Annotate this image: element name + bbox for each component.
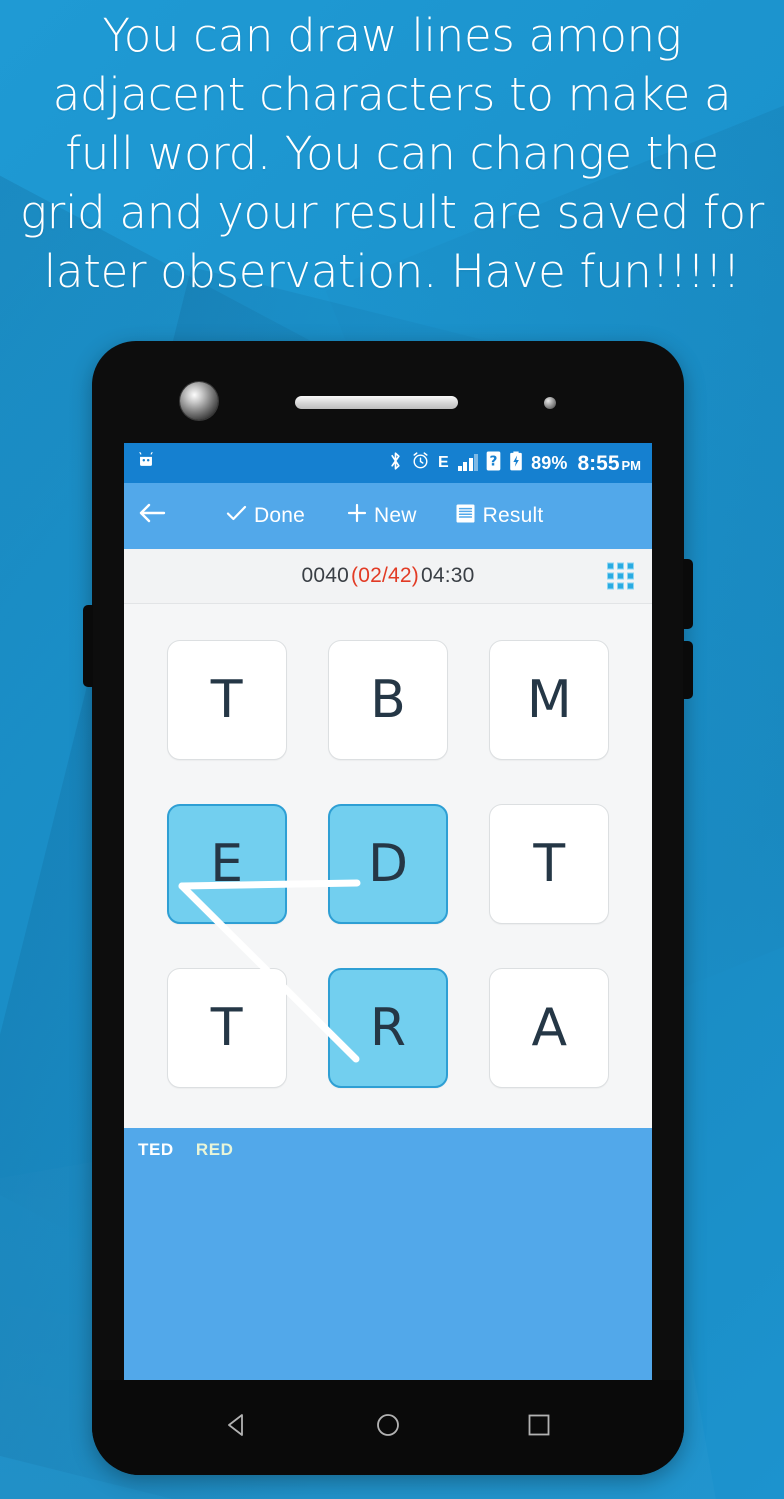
android-nav-bar — [92, 1380, 684, 1475]
phone-mockup: E ? 89% 8:55 PM Done New Result 0040(02/… — [83, 341, 693, 1475]
nav-recents-square-icon[interactable] — [524, 1410, 554, 1445]
battery-charging-icon — [509, 451, 523, 476]
back-button[interactable] — [138, 502, 166, 530]
done-button[interactable]: Done — [226, 504, 305, 528]
letter-tile[interactable]: T — [166, 968, 287, 1088]
found-word[interactable]: TED — [138, 1140, 174, 1160]
alarm-clock-icon — [411, 451, 430, 475]
edge-network-icon: E — [437, 454, 449, 471]
game-counter: 0040(02/42)04:30 — [301, 564, 474, 588]
secondary-side-button[interactable] — [683, 641, 693, 699]
grid-cell: D — [307, 782, 468, 946]
new-label: New — [374, 504, 417, 527]
grid-cell: R — [307, 946, 468, 1110]
proximity-sensor-icon — [544, 397, 556, 409]
battery-percent-label: 89% — [531, 453, 568, 473]
list-result-icon — [455, 503, 476, 530]
clock-time: 8:55 — [577, 451, 620, 475]
nav-back-triangle-icon[interactable] — [222, 1410, 252, 1445]
app-toolbar: Done New Result — [124, 483, 652, 549]
svg-text:?: ? — [490, 453, 498, 469]
letter-tile[interactable]: T — [166, 640, 287, 760]
clock-ampm: PM — [621, 457, 642, 473]
grid-cell: A — [469, 946, 630, 1110]
letter-grid: TBMEDTTRA — [124, 604, 652, 1128]
found-words-list: TED RED — [124, 1128, 652, 1380]
progress-label: (02/42) — [351, 564, 419, 587]
letter-tile[interactable]: T — [489, 804, 610, 924]
result-button[interactable]: Result — [455, 503, 544, 530]
info-bar: 0040(02/42)04:30 — [124, 549, 652, 604]
back-arrow-icon — [138, 502, 166, 530]
grid-cell: T — [146, 946, 307, 1110]
check-icon — [226, 504, 247, 528]
android-robot-icon — [135, 450, 157, 477]
result-label: Result — [482, 504, 544, 527]
volume-button[interactable] — [83, 605, 93, 687]
letter-tile[interactable]: B — [327, 640, 448, 760]
letter-tile[interactable]: E — [166, 804, 287, 924]
grid-cell: T — [469, 782, 630, 946]
new-button[interactable]: New — [347, 503, 417, 529]
grid-cell: E — [146, 782, 307, 946]
earpiece-speaker-icon — [295, 396, 458, 409]
front-camera-icon — [180, 382, 218, 420]
status-bar-left — [135, 450, 157, 477]
nav-home-circle-icon[interactable] — [373, 1410, 403, 1445]
letter-tile[interactable]: D — [327, 804, 448, 924]
letter-tile[interactable]: R — [327, 968, 448, 1088]
letter-tile[interactable]: A — [489, 968, 610, 1088]
bluetooth-icon — [388, 451, 403, 476]
signal-bars-icon — [457, 454, 479, 471]
promo-headline: You can draw lines among adjacent charac… — [20, 9, 764, 298]
letter-grid-area: TBMEDTTRA — [124, 604, 652, 1128]
grid-3x3-icon[interactable] — [607, 562, 634, 590]
timer-label: 04:30 — [420, 564, 475, 587]
score-label: 0040 — [301, 564, 349, 587]
power-button[interactable] — [683, 559, 693, 629]
phone-screen: E ? 89% 8:55 PM Done New Result 0040(02/… — [124, 443, 652, 1380]
status-bar-right: E ? 89% 8:55 PM — [388, 451, 641, 476]
sim-missing-icon: ? — [486, 451, 501, 476]
letter-tile[interactable]: M — [489, 640, 610, 760]
grid-cell: M — [469, 618, 630, 782]
grid-cell: B — [307, 618, 468, 782]
plus-icon — [347, 503, 367, 529]
status-bar: E ? 89% 8:55 PM — [124, 443, 652, 483]
found-word[interactable]: RED — [196, 1140, 234, 1160]
done-label: Done — [254, 504, 306, 527]
grid-cell: T — [146, 618, 307, 782]
